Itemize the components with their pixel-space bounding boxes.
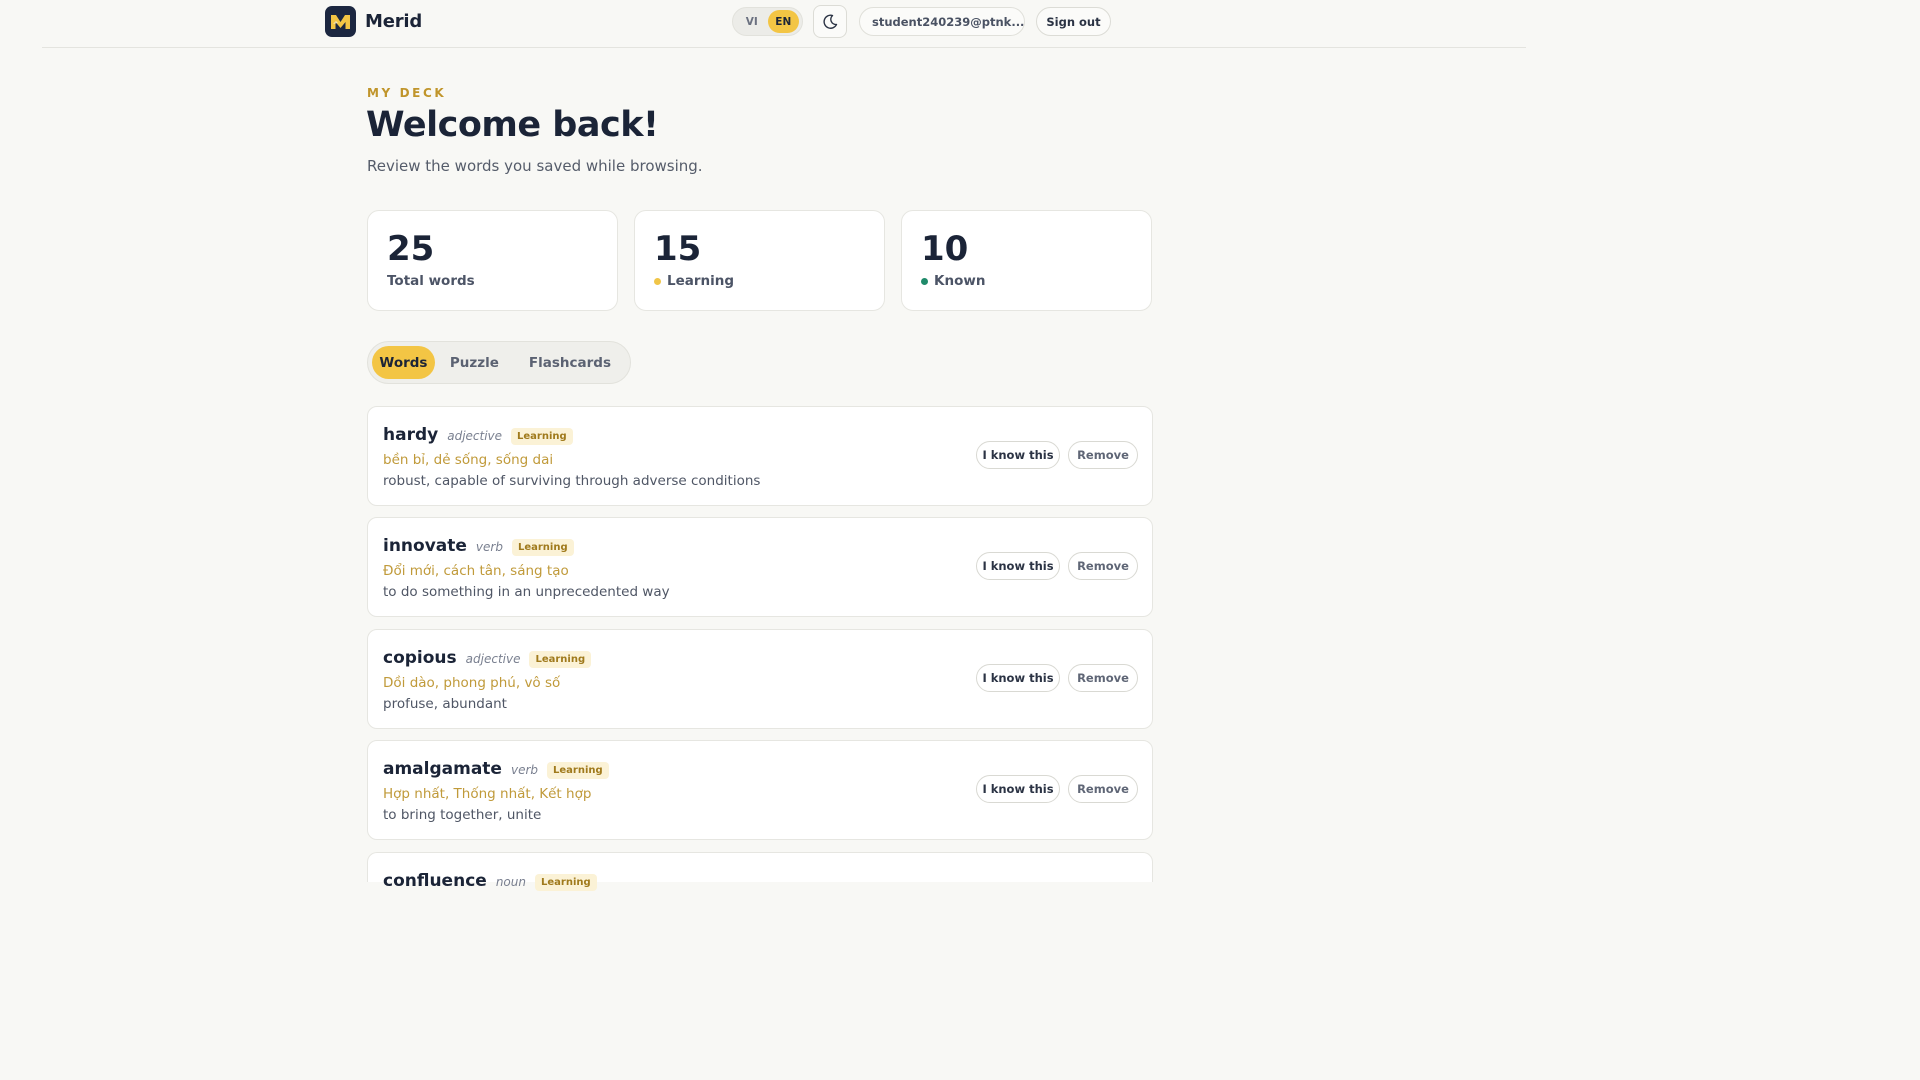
page-subtitle: Review the words you saved while browsin… [367, 157, 703, 175]
moon-icon [823, 14, 838, 29]
user-email-chip[interactable]: student240239@ptnk.... [859, 7, 1025, 36]
word-translation: Dồi dào, phong phú, vô số [383, 675, 561, 691]
stat-value: 15 [654, 229, 702, 269]
brand-name: Merid [365, 11, 423, 32]
view-tabs: Words Puzzle Flashcards [367, 341, 631, 384]
word-header: copious adjective Learning [383, 648, 592, 669]
sign-out-button[interactable]: Sign out [1036, 7, 1111, 36]
language-toggle[interactable]: VI EN [732, 7, 803, 36]
word-definition: robust, capable of surviving through adv… [383, 473, 761, 489]
word-card: amalgamate verb Learning Hợp nhất, Thống… [367, 740, 1153, 840]
tab-puzzle[interactable]: Puzzle [435, 346, 514, 379]
word-term: amalgamate [383, 759, 502, 779]
stat-card-known: 10 Known [901, 210, 1152, 311]
stat-value: 10 [921, 229, 969, 269]
stat-label: Learning [667, 273, 735, 289]
word-part-of-speech: verb [510, 763, 539, 777]
status-badge: Learning [511, 428, 573, 445]
word-translation: Đổi mới, cách tân, sáng tạo [383, 563, 569, 579]
word-term: confluence [383, 871, 487, 891]
word-definition: profuse, abundant [383, 696, 507, 712]
word-term: copious [383, 648, 457, 668]
word-part-of-speech: adjective [465, 652, 521, 666]
word-header: innovate verb Learning [383, 536, 574, 557]
brand[interactable]: Merid [325, 6, 422, 37]
tab-flashcards[interactable]: Flashcards [514, 346, 626, 379]
remove-button[interactable]: Remove [1068, 664, 1138, 692]
stat-label-row: Total words [387, 273, 598, 289]
i-know-this-button[interactable]: I know this [976, 552, 1060, 580]
stat-card-learning: 15 Learning [634, 210, 885, 311]
status-badge: Learning [529, 651, 592, 668]
i-know-this-button[interactable]: I know this [976, 775, 1060, 803]
learning-dot-icon [654, 277, 661, 285]
status-badge: Learning [547, 762, 609, 779]
merid-logo-icon [325, 6, 356, 37]
stat-label: Total words [387, 273, 475, 289]
word-card: innovate verb Learning Đổi mới, cách tân… [367, 517, 1153, 617]
word-definition: to bring together, unite [383, 807, 542, 823]
status-badge: Learning [511, 539, 574, 556]
word-card: confluence noun Learning [367, 852, 1153, 891]
page-title: Welcome back! [366, 105, 659, 145]
word-term: hardy [383, 425, 439, 445]
word-part-of-speech: verb [475, 540, 503, 554]
word-part-of-speech: noun [495, 875, 526, 889]
stat-value: 25 [387, 229, 435, 269]
stat-label: Known [934, 273, 986, 289]
word-definition: to do something in an unprecedented way [383, 584, 670, 600]
word-translation: bền bỉ, dẻ sống, sống dai [383, 452, 554, 468]
remove-button[interactable]: Remove [1068, 552, 1138, 580]
stat-label-row: Learning [654, 273, 865, 289]
word-header: confluence noun Learning [383, 871, 597, 892]
status-badge: Learning [534, 874, 597, 891]
remove-button[interactable]: Remove [1068, 775, 1138, 803]
lang-en-option[interactable]: EN [767, 10, 799, 33]
word-header: amalgamate verb Learning [383, 759, 609, 780]
i-know-this-button[interactable]: I know this [976, 441, 1060, 469]
i-know-this-button[interactable]: I know this [976, 664, 1060, 692]
page-eyebrow: MY DECK [367, 86, 447, 100]
word-term: innovate [383, 536, 467, 556]
word-card: hardy adjective Learning bền bỉ, dẻ sống… [367, 406, 1153, 506]
remove-button[interactable]: Remove [1068, 441, 1138, 469]
stat-label-row: Known [921, 273, 1132, 289]
word-header: hardy adjective Learning [383, 425, 573, 446]
stat-card-total: 25 Total words [367, 210, 618, 311]
known-dot-icon [921, 277, 928, 285]
theme-toggle-button[interactable] [813, 5, 847, 38]
word-translation: Hợp nhất, Thống nhất, Kết hợp [383, 786, 592, 802]
word-card: copious adjective Learning Dồi dào, phon… [367, 629, 1153, 729]
word-part-of-speech: adjective [447, 429, 503, 443]
tab-words[interactable]: Words [372, 346, 435, 379]
lang-vi-option[interactable]: VI [736, 10, 768, 33]
